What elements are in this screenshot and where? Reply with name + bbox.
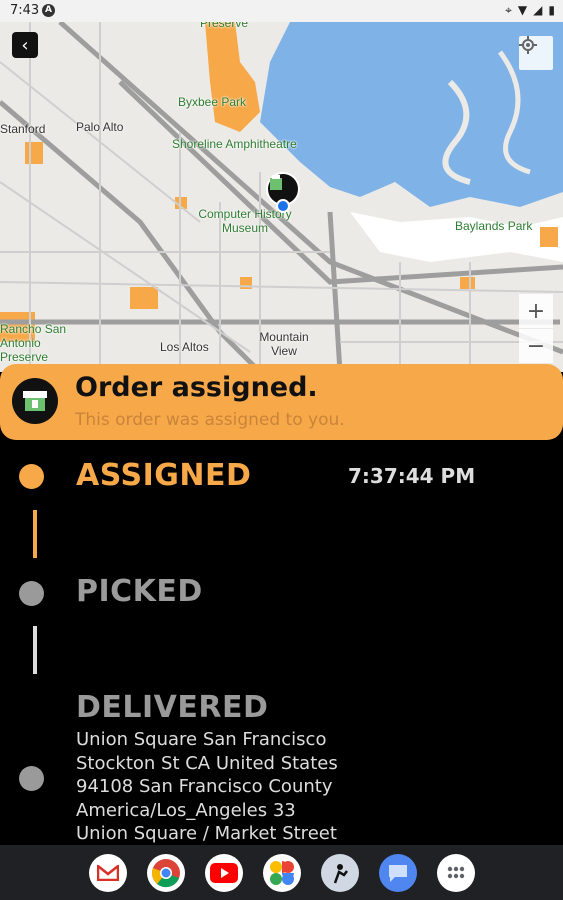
delivery-address: Union Square San Francisco Stockton St C…: [76, 728, 556, 846]
current-location-dot: [276, 199, 290, 213]
address-line: Union Square San Francisco: [76, 729, 327, 750]
step-dot-assigned: [19, 464, 44, 489]
zoom-out-button[interactable]: −: [519, 329, 553, 363]
order-status-banner: Order assigned. This order was assigned …: [0, 364, 563, 440]
accessibility-badge-icon: A: [42, 4, 55, 17]
step-label-assigned: ASSIGNED: [76, 458, 252, 493]
photos-icon[interactable]: [262, 853, 301, 892]
crosshair-icon: [519, 36, 537, 54]
address-line: 94108 San Francisco County: [76, 776, 333, 797]
map-view[interactable]: Preserve Byxbee Park Palo Alto Stanford …: [0, 22, 563, 372]
address-line: America/Los_Angeles 33: [76, 799, 296, 821]
app-icon[interactable]: [320, 853, 359, 892]
location-icon: ⌖: [505, 3, 512, 17]
order-timeline: ASSIGNED 7:37:44 PM PICKED DELIVERED Uni…: [0, 440, 563, 845]
map-label: Mountain View: [259, 330, 309, 358]
map-label: Los Altos: [160, 340, 209, 354]
map-label: Shoreline Amphitheatre: [172, 137, 297, 151]
back-arrow-icon: ‹: [21, 34, 29, 56]
app-drawer-icon[interactable]: [436, 853, 475, 892]
step-connector: [33, 510, 37, 558]
map-label: Preserve: [200, 22, 249, 30]
delivery-box-icon: [23, 391, 47, 411]
gmail-icon[interactable]: [88, 853, 127, 892]
address-line: Union Square / Market Street: [76, 823, 337, 844]
youtube-icon[interactable]: [204, 853, 243, 892]
step-dot-delivered: [19, 766, 44, 791]
plus-icon: +: [526, 298, 546, 324]
map-label: Stanford: [0, 122, 46, 136]
step-label-delivered: DELIVERED: [76, 690, 269, 725]
courier-avatar: [12, 378, 58, 424]
step-dot-picked: [19, 581, 44, 606]
zoom-in-button[interactable]: +: [519, 294, 553, 328]
map-label: Byxbee Park: [178, 95, 247, 109]
minus-icon: −: [526, 333, 546, 359]
step-connector: [33, 626, 37, 674]
my-location-button[interactable]: [519, 36, 553, 70]
step-label-picked: PICKED: [76, 574, 203, 609]
app-dock: [0, 845, 563, 900]
map-label: Baylands Park: [455, 219, 533, 233]
messages-icon[interactable]: [378, 853, 417, 892]
map-label: Palo Alto: [76, 120, 124, 134]
chrome-icon[interactable]: [146, 853, 185, 892]
banner-title: Order assigned.: [75, 372, 318, 403]
step-time-assigned: 7:37:44 PM: [348, 464, 476, 488]
status-icons: ⌖ ▼ ◢ ▮: [505, 3, 555, 18]
banner-subtitle: This order was assigned to you.: [75, 410, 345, 430]
status-bar: 7:43 A ⌖ ▼ ◢ ▮: [0, 0, 563, 22]
package-icon: [270, 175, 282, 190]
back-button[interactable]: ‹: [12, 32, 38, 58]
address-line: Stockton St CA United States: [76, 752, 338, 774]
status-time: 7:43: [10, 3, 40, 18]
signal-icon: ◢: [533, 3, 543, 17]
battery-icon: ▮: [548, 3, 555, 17]
wifi-icon: ▼: [517, 3, 528, 17]
map-label: Rancho San Antonio Preserve: [0, 322, 67, 364]
